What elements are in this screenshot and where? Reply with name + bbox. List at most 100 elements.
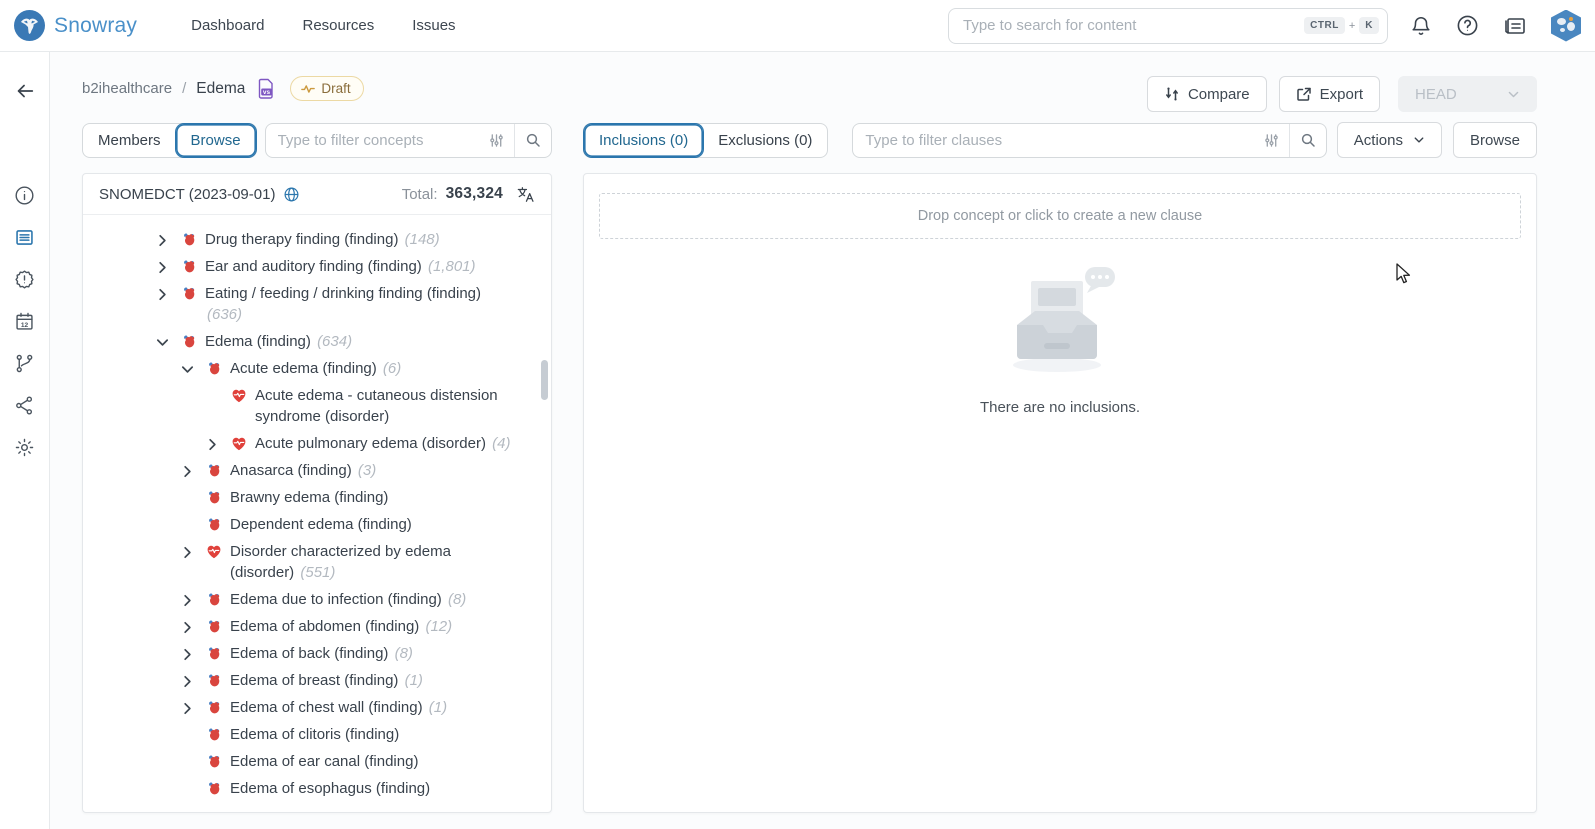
tree-node-count: (4) bbox=[492, 435, 510, 452]
news-icon[interactable] bbox=[1503, 15, 1527, 37]
translate-icon[interactable] bbox=[517, 186, 535, 203]
nav-link-resources[interactable]: Resources bbox=[303, 17, 375, 34]
brand-name[interactable]: Snowray bbox=[54, 14, 137, 38]
status-badge: Draft bbox=[290, 76, 363, 101]
actions-button-label: Actions bbox=[1354, 132, 1403, 149]
nav-link-dashboard[interactable]: Dashboard bbox=[191, 17, 264, 34]
disorder-heart-icon bbox=[206, 541, 230, 559]
finding-heart-icon bbox=[206, 778, 230, 797]
svg-text:12: 12 bbox=[21, 321, 29, 328]
back-button[interactable] bbox=[0, 70, 50, 112]
settings-gear-icon[interactable] bbox=[0, 426, 50, 468]
tree-node[interactable]: Edema (finding) (634) bbox=[155, 328, 543, 355]
clause-filter[interactable] bbox=[852, 123, 1326, 158]
notifications-bell-icon[interactable] bbox=[1410, 15, 1432, 37]
tree-node-count: (551) bbox=[300, 564, 335, 581]
compare-button[interactable]: Compare bbox=[1147, 76, 1267, 112]
finding-heart-icon bbox=[206, 460, 230, 479]
chevron-down-icon bbox=[1413, 134, 1425, 146]
tree-node[interactable]: Brawny edema (finding) bbox=[155, 484, 543, 511]
browse-button-label: Browse bbox=[1470, 132, 1520, 149]
chevron-right-icon[interactable] bbox=[155, 256, 181, 275]
tree-node[interactable]: Edema of clitoris (finding) bbox=[155, 721, 543, 748]
tree-node-label: Anasarca (finding) (3) bbox=[230, 460, 400, 481]
inclusions-exclusions-tab-0[interactable]: Inclusions (0) bbox=[584, 124, 703, 157]
tree-node[interactable]: Acute pulmonary edema (disorder) (4) bbox=[155, 430, 543, 457]
export-button[interactable]: Export bbox=[1279, 76, 1380, 112]
validation-badge-icon[interactable] bbox=[0, 258, 50, 300]
tree-node[interactable]: Drug therapy finding (finding) (148) bbox=[155, 226, 543, 253]
tree-node[interactable]: Edema of back (finding) (8) bbox=[155, 640, 543, 667]
branches-icon[interactable] bbox=[0, 342, 50, 384]
chevron-down-icon[interactable] bbox=[180, 358, 206, 377]
total-count: 363,324 bbox=[446, 185, 503, 203]
tree-node[interactable]: Edema of breast (finding) (1) bbox=[155, 667, 543, 694]
search-icon[interactable] bbox=[514, 124, 551, 157]
tree-scrollbar-thumb[interactable] bbox=[541, 360, 548, 400]
codesystem-label[interactable]: SNOMEDCT (2023-09-01) bbox=[99, 186, 275, 203]
finding-heart-icon bbox=[206, 589, 230, 608]
concept-filter[interactable] bbox=[265, 123, 552, 158]
tree-node[interactable]: Edema of abdomen (finding) (12) bbox=[155, 613, 543, 640]
members-browse-tab-0[interactable]: Members bbox=[83, 124, 176, 157]
tree-node-spacer bbox=[180, 514, 206, 518]
chevron-right-icon[interactable] bbox=[180, 589, 206, 608]
tree-node[interactable]: Acute edema (finding) (6) bbox=[155, 355, 543, 382]
members-browse-tab-1[interactable]: Browse bbox=[176, 124, 256, 157]
help-icon[interactable] bbox=[1456, 14, 1479, 37]
concept-tree: Drug therapy finding (finding) (148) Ear… bbox=[83, 215, 551, 812]
search-shortcut: CTRL + K bbox=[1304, 17, 1379, 34]
chevron-right-icon[interactable] bbox=[180, 670, 206, 689]
tree-node[interactable]: Ear and auditory finding (finding) (1,80… bbox=[155, 253, 543, 280]
calendar-icon[interactable]: 12 bbox=[0, 300, 50, 342]
global-search[interactable]: CTRL + K bbox=[948, 8, 1388, 44]
chevron-right-icon[interactable] bbox=[180, 460, 206, 479]
tree-node[interactable]: Edema of esophagus (finding) bbox=[155, 775, 543, 802]
inclusions-exclusions-tab-1[interactable]: Exclusions (0) bbox=[703, 124, 827, 157]
chevron-right-icon[interactable] bbox=[180, 697, 206, 716]
tree-node[interactable]: Edema of chest wall (finding) (1) bbox=[155, 694, 543, 721]
tree-node-label: Acute edema - cutaneous distension syndr… bbox=[255, 385, 543, 427]
share-icon[interactable] bbox=[0, 384, 50, 426]
tree-node[interactable]: Edema due to infection (finding) (8) bbox=[155, 586, 543, 613]
tree-node[interactable]: Edema of ear canal (finding) bbox=[155, 748, 543, 775]
nav-link-issues[interactable]: Issues bbox=[412, 17, 455, 34]
global-search-input[interactable] bbox=[963, 17, 1304, 34]
tree-node[interactable]: Dependent edema (finding) bbox=[155, 511, 543, 538]
tree-node-spacer bbox=[180, 487, 206, 491]
brand[interactable]: Snowray bbox=[14, 10, 137, 41]
info-icon[interactable] bbox=[0, 174, 50, 216]
browse-button[interactable]: Browse bbox=[1453, 122, 1537, 158]
actions-button[interactable]: Actions bbox=[1337, 122, 1442, 158]
finding-heart-icon bbox=[181, 331, 205, 350]
tree-node[interactable]: Eating / feeding / drinking finding (fin… bbox=[155, 280, 543, 328]
tree-node[interactable]: Disorder characterized by edema (disorde… bbox=[155, 538, 543, 586]
concept-filter-input[interactable] bbox=[266, 132, 479, 149]
chevron-down-icon[interactable] bbox=[155, 331, 181, 350]
tree-node[interactable]: Anasarca (finding) (3) bbox=[155, 457, 543, 484]
search-icon[interactable] bbox=[1289, 124, 1326, 157]
tree-node-label: Edema due to infection (finding) (8) bbox=[230, 589, 490, 610]
tree-node[interactable]: Acute edema - cutaneous distension syndr… bbox=[155, 382, 543, 430]
version-select[interactable]: HEAD bbox=[1398, 76, 1537, 112]
tree-node-label: Dependent edema (finding) bbox=[230, 514, 436, 535]
clause-filter-input[interactable] bbox=[853, 132, 1253, 149]
user-avatar[interactable] bbox=[1551, 10, 1581, 42]
tree-node-label: Edema of ear canal (finding) bbox=[230, 751, 442, 772]
clause-dropzone[interactable]: Drop concept or click to create a new cl… bbox=[599, 193, 1521, 239]
chevron-right-icon[interactable] bbox=[205, 433, 231, 452]
chevron-right-icon[interactable] bbox=[180, 541, 206, 560]
total-label: Total: bbox=[402, 186, 438, 203]
export-button-label: Export bbox=[1320, 86, 1363, 103]
filter-options-icon[interactable] bbox=[479, 133, 514, 148]
chevron-right-icon[interactable] bbox=[155, 283, 181, 302]
tree-node-label: Brawny edema (finding) bbox=[230, 487, 412, 508]
chevron-right-icon[interactable] bbox=[155, 229, 181, 248]
tree-node-count: (1) bbox=[405, 672, 423, 689]
chevron-right-icon[interactable] bbox=[180, 643, 206, 662]
chevron-right-icon[interactable] bbox=[180, 616, 206, 635]
breadcrumb-parent[interactable]: b2ihealthcare bbox=[82, 80, 172, 97]
compare-button-label: Compare bbox=[1188, 86, 1250, 103]
filter-options-icon[interactable] bbox=[1254, 133, 1289, 148]
details-notes-icon[interactable] bbox=[0, 216, 50, 258]
